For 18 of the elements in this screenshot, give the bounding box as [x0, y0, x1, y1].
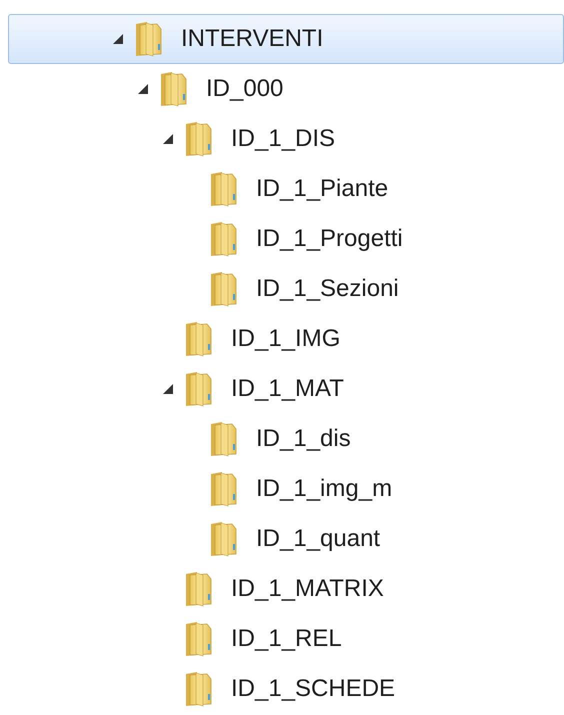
tree-item[interactable]: ID_1_SCHEDE	[8, 664, 564, 714]
tree-item[interactable]: ID_1_DIS	[8, 114, 564, 164]
tree-item[interactable]: ID_1_MATRIX	[8, 564, 564, 614]
tree-item[interactable]: ID_1_REL	[8, 614, 564, 664]
tree-item[interactable]: ID_1_IMG	[8, 314, 564, 364]
tree-item[interactable]: ID_1_Progetti	[8, 214, 564, 264]
expanded-arrow-icon[interactable]	[112, 33, 124, 45]
tree-item[interactable]: ID_1_Piante	[8, 164, 564, 214]
tree-item[interactable]: INTERVENTI	[8, 14, 564, 64]
tree-item[interactable]: ID_1_quant	[8, 514, 564, 564]
tree-item[interactable]: ID_1_MAT	[8, 364, 564, 414]
tree-item[interactable]: ID_000	[8, 64, 564, 114]
tree-item[interactable]: ID_1_img_m	[8, 464, 564, 514]
expanded-arrow-icon[interactable]	[162, 383, 174, 395]
tree-item[interactable]: ID_1_Sezioni	[8, 264, 564, 314]
expanded-arrow-icon[interactable]	[162, 133, 174, 145]
tree-item[interactable]: ID_1_dis	[8, 414, 564, 464]
expanded-arrow-icon[interactable]	[137, 83, 149, 95]
